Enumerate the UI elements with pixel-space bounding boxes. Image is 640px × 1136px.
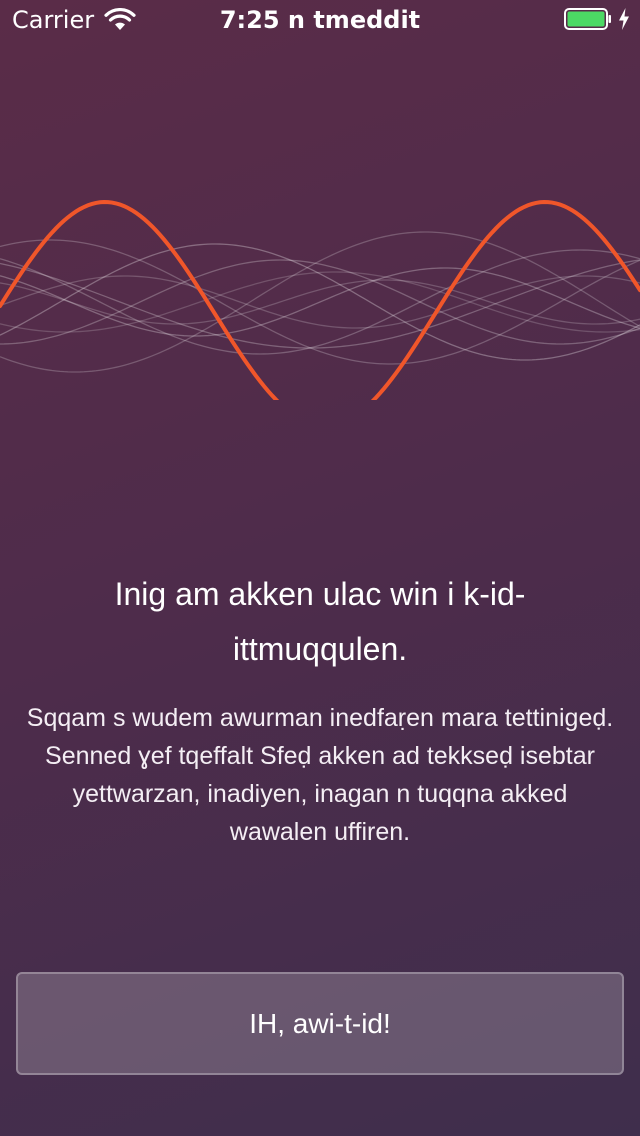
battery-indicator bbox=[564, 8, 630, 30]
headline: Inig am akken ulac win i k-id-ittmuqqule… bbox=[114, 576, 526, 667]
sound-wave-illustration bbox=[0, 200, 640, 400]
onboarding-screen: Carrier 7:25 n tmeddit Inig am akken ula… bbox=[0, 0, 640, 1136]
confirm-button[interactable]: IH, awi-t-id! bbox=[16, 972, 624, 1075]
status-bar: Carrier 7:25 n tmeddit bbox=[0, 0, 640, 40]
charging-bolt-icon bbox=[619, 8, 629, 30]
battery-icon bbox=[564, 8, 611, 30]
wave-background-lines bbox=[0, 231, 640, 373]
description-text: Sqqam s wudem awurman inedfaṛen mara tet… bbox=[26, 704, 614, 846]
status-time: 7:25 n tmeddit bbox=[219, 6, 421, 34]
